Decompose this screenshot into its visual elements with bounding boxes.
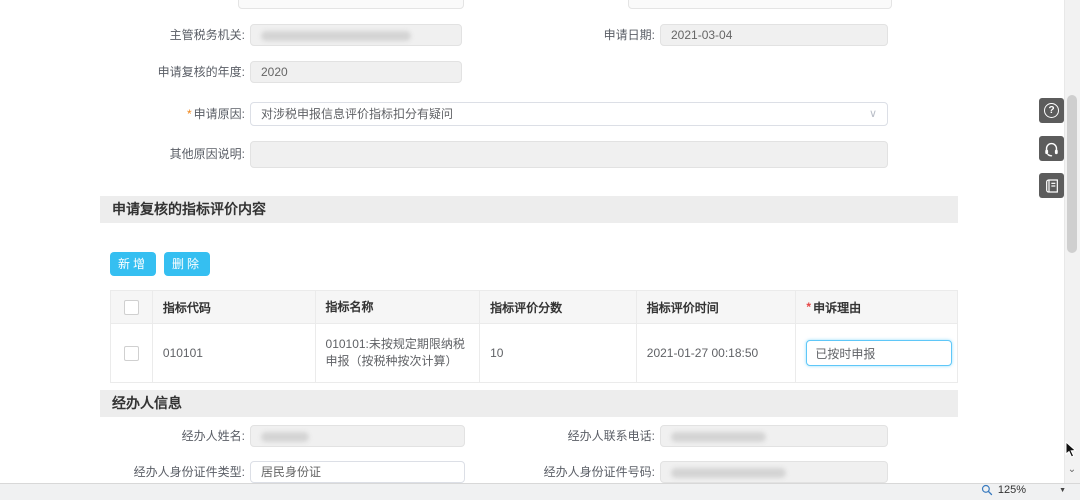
required-mark: *: [187, 107, 192, 121]
delete-button[interactable]: 删除: [164, 252, 210, 276]
appeal-reason-input[interactable]: [806, 340, 952, 366]
agent-id-type-field[interactable]: 居民身份证: [250, 461, 465, 483]
add-button[interactable]: 新增: [110, 252, 156, 276]
indicator-section-title: 申请复核的指标评价内容: [100, 196, 958, 223]
chevron-down-icon: ∨: [869, 108, 877, 120]
help-button[interactable]: ?: [1039, 98, 1064, 123]
agent-section-header: 经办人信息: [100, 390, 958, 417]
apply-reason-select[interactable]: 对涉税申报信息评价指标扣分有疑问 ∨: [250, 102, 888, 126]
indicator-table: 指标代码 指标名称 指标评价分数 指标评价时间 *申诉理由 010101 010…: [110, 290, 958, 383]
headset-icon: [1043, 140, 1060, 157]
agent-section-title: 经办人信息: [100, 390, 958, 417]
zoom-dropdown-arrow[interactable]: ▼: [1059, 487, 1066, 494]
header-checkbox-cell: [111, 291, 153, 323]
apply-date-label: 申请日期:: [560, 28, 655, 42]
header-indicator-code: 指标代码: [153, 291, 316, 323]
browser-status-bar: [0, 483, 1080, 500]
cell-indicator-code: 010101: [153, 324, 316, 382]
agent-phone-field: [660, 425, 888, 447]
manual-icon: [1044, 178, 1060, 194]
agent-phone-label: 经办人联系电话:: [510, 429, 655, 443]
cell-indicator-name: 010101:未按规定期限纳税申报（按税种按次计算）: [316, 324, 481, 382]
customer-service-button[interactable]: [1039, 136, 1064, 161]
apply-reason-value: 对涉税申报信息评价指标扣分有疑问: [261, 107, 453, 121]
agent-name-field: [250, 425, 465, 447]
agent-id-number-field: [660, 461, 888, 483]
select-all-checkbox[interactable]: [124, 300, 139, 315]
indicator-section-header: 申请复核的指标评价内容: [100, 196, 958, 223]
required-mark: *: [806, 300, 811, 314]
redacted-value: [671, 432, 766, 442]
vertical-scrollbar-thumb[interactable]: [1067, 95, 1077, 253]
cell-indicator-score: 10: [480, 324, 637, 382]
redacted-value: [261, 31, 411, 41]
tax-authority-label: 主管税务机关:: [100, 28, 245, 42]
manual-button[interactable]: [1039, 173, 1064, 198]
apply-date-field: 2021-03-04: [660, 24, 888, 46]
cut-off-input-left[interactable]: [238, 0, 464, 9]
header-indicator-score: 指标评价分数: [480, 291, 637, 323]
other-reason-textarea: [250, 141, 888, 168]
table-header-row: 指标代码 指标名称 指标评价分数 指标评价时间 *申诉理由: [111, 291, 957, 323]
tax-authority-field: [250, 24, 462, 46]
other-reason-label: 其他原因说明:: [100, 147, 245, 161]
table-row: 010101 010101:未按规定期限纳税申报（按税种按次计算） 10 202…: [111, 323, 957, 382]
redacted-value: [261, 432, 309, 442]
review-year-field: 2020: [250, 61, 462, 83]
review-year-label: 申请复核的年度:: [100, 65, 245, 79]
redacted-value: [671, 468, 786, 478]
agent-name-label: 经办人姓名:: [100, 429, 245, 443]
scrollbar-down-arrow[interactable]: ⌄: [1067, 464, 1077, 475]
agent-id-number-label: 经办人身份证件号码:: [510, 465, 655, 479]
row-checkbox-cell: [111, 324, 153, 382]
help-icon: ?: [1044, 103, 1059, 118]
cell-appeal-reason: [796, 324, 957, 382]
tax-review-form-page: 主管税务机关: 申请日期: 2021-03-04 申请复核的年度: 2020 *…: [0, 0, 1080, 500]
header-indicator-name: 指标名称: [316, 291, 481, 323]
header-appeal-reason: *申诉理由: [796, 291, 957, 323]
magnifier-icon: [981, 484, 993, 496]
cut-off-input-right[interactable]: [628, 0, 892, 9]
apply-reason-label: *申请原因:: [100, 107, 245, 121]
row-checkbox[interactable]: [124, 346, 139, 361]
cell-indicator-time: 2021-01-27 00:18:50: [637, 324, 797, 382]
agent-id-type-label: 经办人身份证件类型:: [100, 465, 245, 479]
zoom-control[interactable]: 125% ▼: [981, 484, 1066, 496]
header-indicator-time: 指标评价时间: [637, 291, 797, 323]
zoom-level: 125%: [998, 484, 1026, 496]
